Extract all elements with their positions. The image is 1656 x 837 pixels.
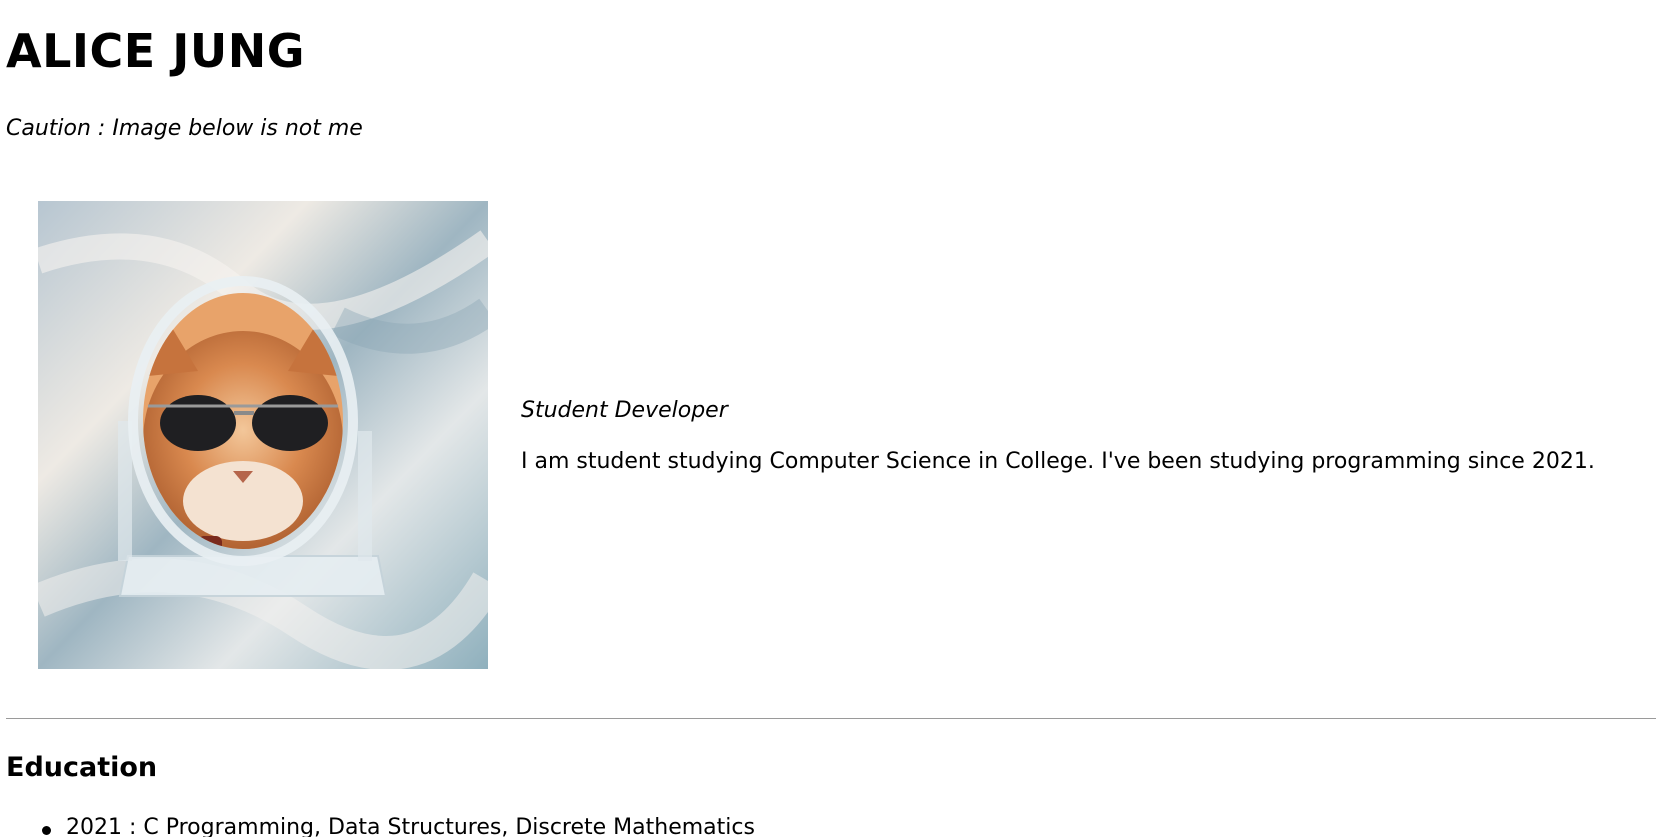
list-item: 2021 : C Programming, Data Structures, D… [6,815,755,837]
section-divider [6,718,1656,719]
education-heading: Education [6,752,158,783]
role-text: Student Developer [521,398,728,423]
education-list: 2021 : C Programming, Data Structures, D… [6,815,755,837]
education-item-text: 2021 : C Programming, Data Structures, D… [66,815,755,837]
page-title: ALICE JUNG [6,24,305,78]
intro-section: Student Developer I am student studying … [521,398,1595,474]
profile-photo [38,201,488,669]
bio-text: I am student studying Computer Science i… [521,449,1595,474]
caution-note: Caution : Image below is not me [6,116,363,141]
cat-mirror-image [38,201,488,669]
bullet-icon [42,826,51,835]
